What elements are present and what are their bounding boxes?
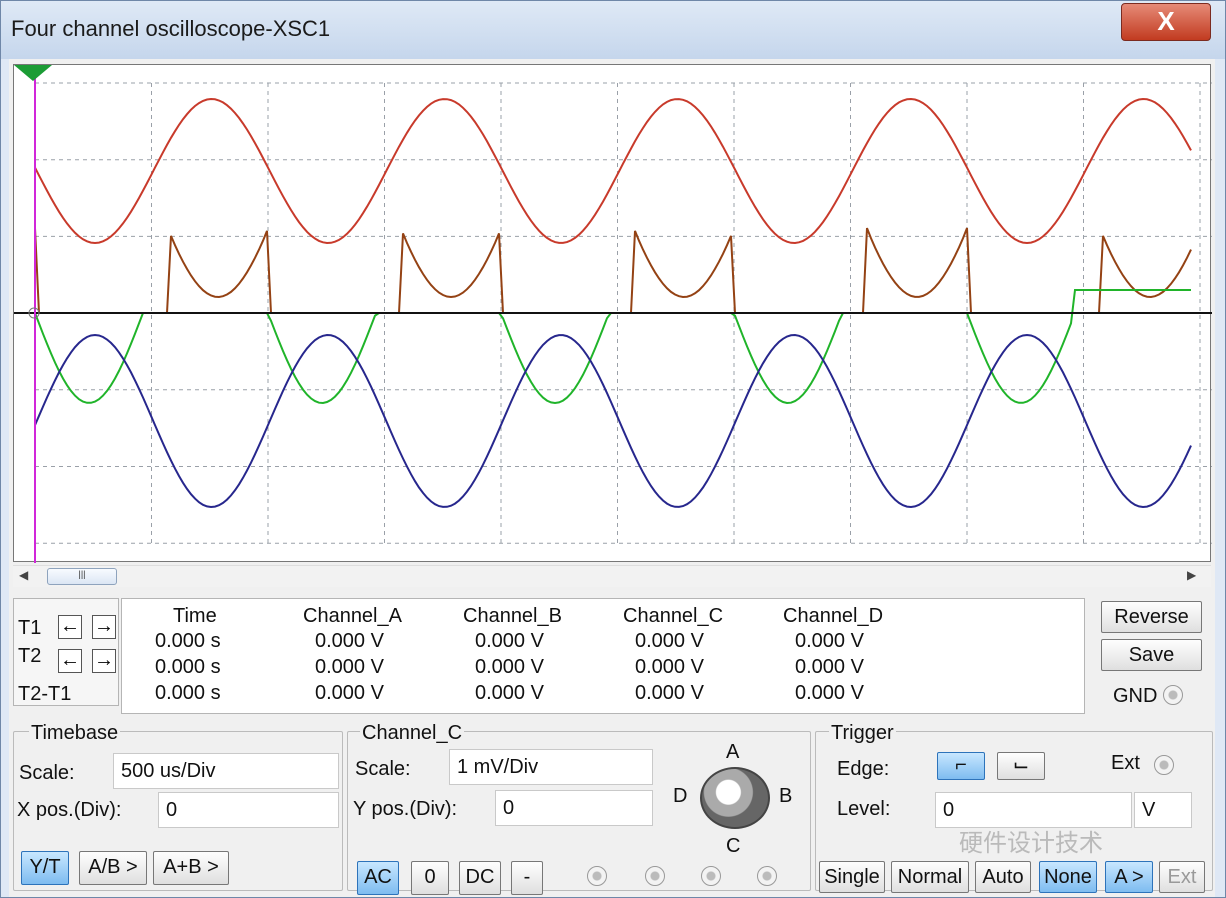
cursor-label-delta: T2-T1 [18, 683, 72, 705]
channel-scale-label: Scale: [355, 758, 411, 780]
channel-b-radio[interactable] [645, 866, 665, 886]
waveform-canvas [14, 65, 1212, 563]
cursor-controls: T1 ← → T2 ← → T2-T1 [13, 598, 119, 706]
t2-channel-a: 0.000 V [315, 656, 384, 678]
delta-channel-b: 0.000 V [475, 682, 544, 704]
gnd-radio[interactable] [1163, 685, 1183, 705]
t2-time: 0.000 s [155, 656, 221, 678]
external-trigger-button[interactable]: Ext [1159, 861, 1205, 893]
t2-channel-b: 0.000 V [475, 656, 544, 678]
t1-channel-c: 0.000 V [635, 630, 704, 652]
t2-channel-c: 0.000 V [635, 656, 704, 678]
timebase-scale-input[interactable]: 500 us/Div [113, 753, 339, 789]
t2-left-arrow-icon[interactable]: ← [58, 649, 82, 673]
trigger-title: Trigger [829, 722, 896, 745]
title-bar: Four channel oscilloscope-XSC1 X [1, 1, 1225, 59]
delta-time: 0.000 s [155, 682, 221, 704]
single-trigger-button[interactable]: Single [819, 861, 885, 893]
delta-channel-d: 0.000 V [795, 682, 864, 704]
gnd-label: GND [1113, 685, 1158, 707]
a-trigger-button[interactable]: A > [1105, 861, 1153, 893]
cursor-label-t1: T1 [18, 617, 42, 639]
none-trigger-button[interactable]: None [1039, 861, 1097, 893]
auto-trigger-button[interactable]: Auto [975, 861, 1031, 893]
column-channel-c: Channel_C [623, 605, 724, 627]
delta-channel-a: 0.000 V [315, 682, 384, 704]
window-title: Four channel oscilloscope-XSC1 [11, 16, 331, 41]
scroll-thumb[interactable]: ||| [47, 568, 117, 585]
channel-c-radio[interactable] [701, 866, 721, 886]
x-position-label: X pos.(Div): [17, 799, 122, 821]
yt-mode-button[interactable]: Y/T [21, 851, 69, 885]
scroll-left-icon[interactable]: ◀ [19, 568, 35, 584]
t1-time: 0.000 s [155, 630, 221, 652]
t1-channel-a: 0.000 V [315, 630, 384, 652]
channel-d-radio[interactable] [757, 866, 777, 886]
external-trigger-radio[interactable] [1154, 755, 1174, 775]
oscilloscope-window: Four channel oscilloscope-XSC1 X ◀ ||| ▶… [0, 0, 1226, 898]
t1-right-arrow-icon[interactable]: → [92, 615, 116, 639]
channel-c-waveform [34, 289, 1191, 405]
cursor-label-t2: T2 [18, 645, 42, 667]
column-time: Time [173, 605, 217, 627]
t2-channel-d: 0.000 V [795, 656, 864, 678]
watermark-text: 硬件设计技术 [959, 830, 1103, 857]
knob-label-b: B [779, 785, 793, 807]
dc-coupling-button[interactable]: DC [459, 861, 501, 895]
timebase-title: Timebase [29, 722, 121, 745]
negative-coupling-button[interactable]: - [511, 861, 543, 895]
knob-label-a: A [726, 741, 740, 763]
y-position-input[interactable]: 0 [495, 790, 653, 826]
knob-dial-icon[interactable] [700, 767, 770, 829]
channel-a-radio[interactable] [587, 866, 607, 886]
a-plus-b-mode-button[interactable]: A+B > [153, 851, 229, 885]
t1-channel-b: 0.000 V [475, 630, 544, 652]
delta-channel-c: 0.000 V [635, 682, 704, 704]
t1-channel-d: 0.000 V [795, 630, 864, 652]
falling-edge-button[interactable]: ⌙ [997, 752, 1045, 780]
edge-label: Edge: [837, 758, 890, 780]
column-channel-a: Channel_A [303, 605, 402, 627]
scroll-right-icon[interactable]: ▶ [1187, 568, 1203, 584]
save-button[interactable]: Save [1101, 639, 1202, 671]
zero-coupling-button[interactable]: 0 [411, 861, 449, 895]
timebase-scale-label: Scale: [19, 762, 75, 784]
trigger-level-unit-select[interactable]: V [1134, 792, 1192, 828]
external-trigger-label: Ext [1111, 752, 1140, 774]
y-position-label: Y pos.(Div): [353, 798, 458, 820]
close-button[interactable]: X [1121, 3, 1211, 41]
column-channel-b: Channel_B [463, 605, 562, 627]
normal-trigger-button[interactable]: Normal [891, 861, 969, 893]
knob-label-d: D [673, 785, 688, 807]
ac-coupling-button[interactable]: AC [357, 861, 399, 895]
cursor-handle-icon[interactable] [14, 65, 52, 81]
t1-left-arrow-icon[interactable]: ← [58, 615, 82, 639]
t2-right-arrow-icon[interactable]: → [92, 649, 116, 673]
column-channel-d: Channel_D [783, 605, 884, 627]
channel-title: Channel_C [360, 722, 465, 745]
measurement-table: Time Channel_A Channel_B Channel_C Chann… [121, 598, 1085, 714]
oscilloscope-display[interactable] [13, 64, 1212, 563]
reverse-button[interactable]: Reverse [1101, 601, 1202, 633]
x-position-input[interactable]: 0 [158, 792, 339, 828]
channel-d-waveform [34, 333, 1192, 509]
knob-label-c: C [726, 835, 741, 857]
channel-a-waveform [34, 97, 1192, 245]
level-label: Level: [837, 798, 891, 820]
horizontal-scrollbar[interactable]: ◀ ||| ▶ [13, 565, 1211, 587]
rising-edge-button[interactable]: ⌐ [937, 752, 985, 780]
ab-mode-button[interactable]: A/B > [79, 851, 147, 885]
channel-scale-input[interactable]: 1 mV/Div [449, 749, 653, 785]
channel-selector-knob[interactable]: A B C D [665, 737, 805, 857]
